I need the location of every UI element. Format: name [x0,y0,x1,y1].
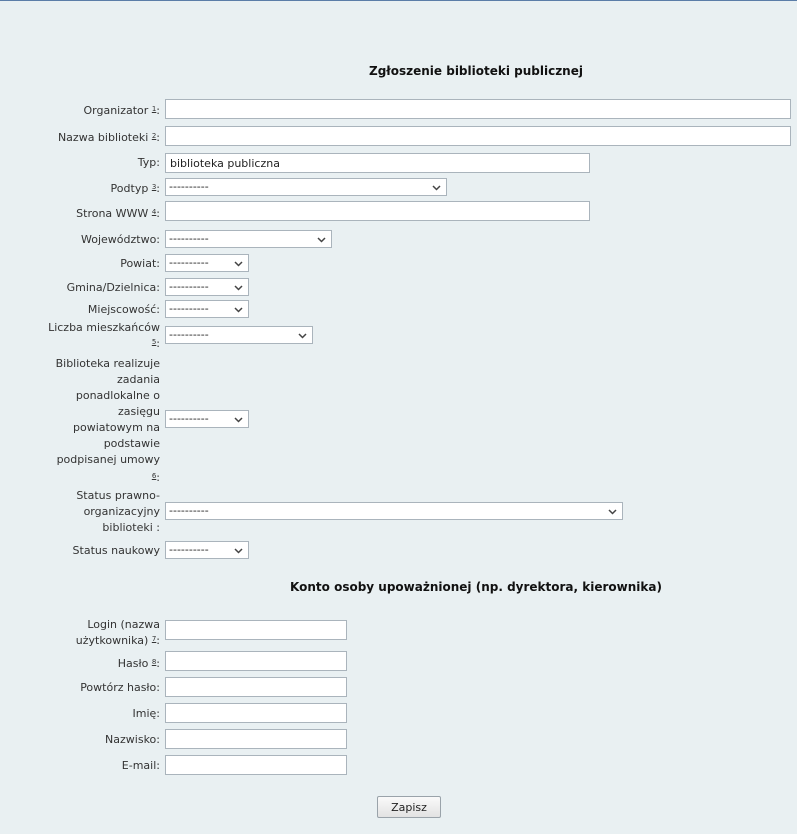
chevron-down-icon [234,307,243,313]
county-label: Powiat: [120,257,160,270]
locality-label: Miejscowość: [87,303,160,316]
municipality-label: Gmina/Dzielnica: [66,281,160,294]
supralocal-tasks-select[interactable]: ---------- [165,410,249,428]
county-select[interactable]: ---------- [165,254,249,272]
population-select[interactable]: ---------- [165,326,313,344]
chevron-down-icon [234,417,243,423]
chevron-down-icon [234,548,243,554]
chevron-down-icon [298,333,307,339]
subtype-select[interactable]: ---------- [165,178,447,196]
password-label: Hasło 8: [117,657,160,670]
library-name-input[interactable] [165,126,791,146]
login-label: Login (nazwa użytkownika) 7: [75,618,160,647]
last-name-label: Nazwisko: [105,733,160,746]
population-label: Liczba mieszkańców 5: [48,321,160,350]
legal-status-select[interactable]: ---------- [165,502,623,520]
scientific-status-label: Status naukowy [72,544,160,557]
chevron-down-icon [432,185,441,191]
legal-status-label: Status prawno- organizacyjny biblioteki … [76,489,160,534]
save-button[interactable]: Zapisz [377,796,441,818]
repeat-password-input[interactable] [165,677,347,697]
website-label: Strona WWW 4: [76,207,160,220]
first-name-input[interactable] [165,703,347,723]
repeat-password-label: Powtórz hasło: [80,681,160,694]
library-form-title: Zgłoszenie biblioteki publicznej [369,64,583,78]
type-input[interactable] [165,153,590,173]
first-name-label: Imię: [132,707,161,720]
login-input[interactable] [165,620,347,640]
organizator-input[interactable] [165,99,791,119]
email-input[interactable] [165,755,347,775]
chevron-down-icon [234,285,243,291]
account-section-title: Konto osoby upoważnionej (np. dyrektora,… [290,580,662,594]
email-label: E-mail: [121,759,160,772]
subtype-label: Podtyp 3: [110,182,160,195]
supralocal-tasks-label: Biblioteka realizuje zadania ponadlokaln… [55,357,160,484]
last-name-input[interactable] [165,729,347,749]
library-name-label: Nazwa biblioteki 2: [57,131,160,144]
voivodeship-label: Województwo: [80,233,160,246]
chevron-down-icon [608,509,617,515]
locality-select[interactable]: ---------- [165,300,249,318]
municipality-select[interactable]: ---------- [165,278,249,296]
top-border [0,0,797,1]
chevron-down-icon [234,261,243,267]
password-input[interactable] [165,651,347,671]
organizator-label: Organizator 1: [83,104,160,117]
website-input[interactable] [165,201,590,221]
voivodeship-select[interactable]: ---------- [165,230,332,248]
type-label: Typ: [137,156,160,169]
chevron-down-icon [317,237,326,243]
scientific-status-select[interactable]: ---------- [165,541,249,559]
